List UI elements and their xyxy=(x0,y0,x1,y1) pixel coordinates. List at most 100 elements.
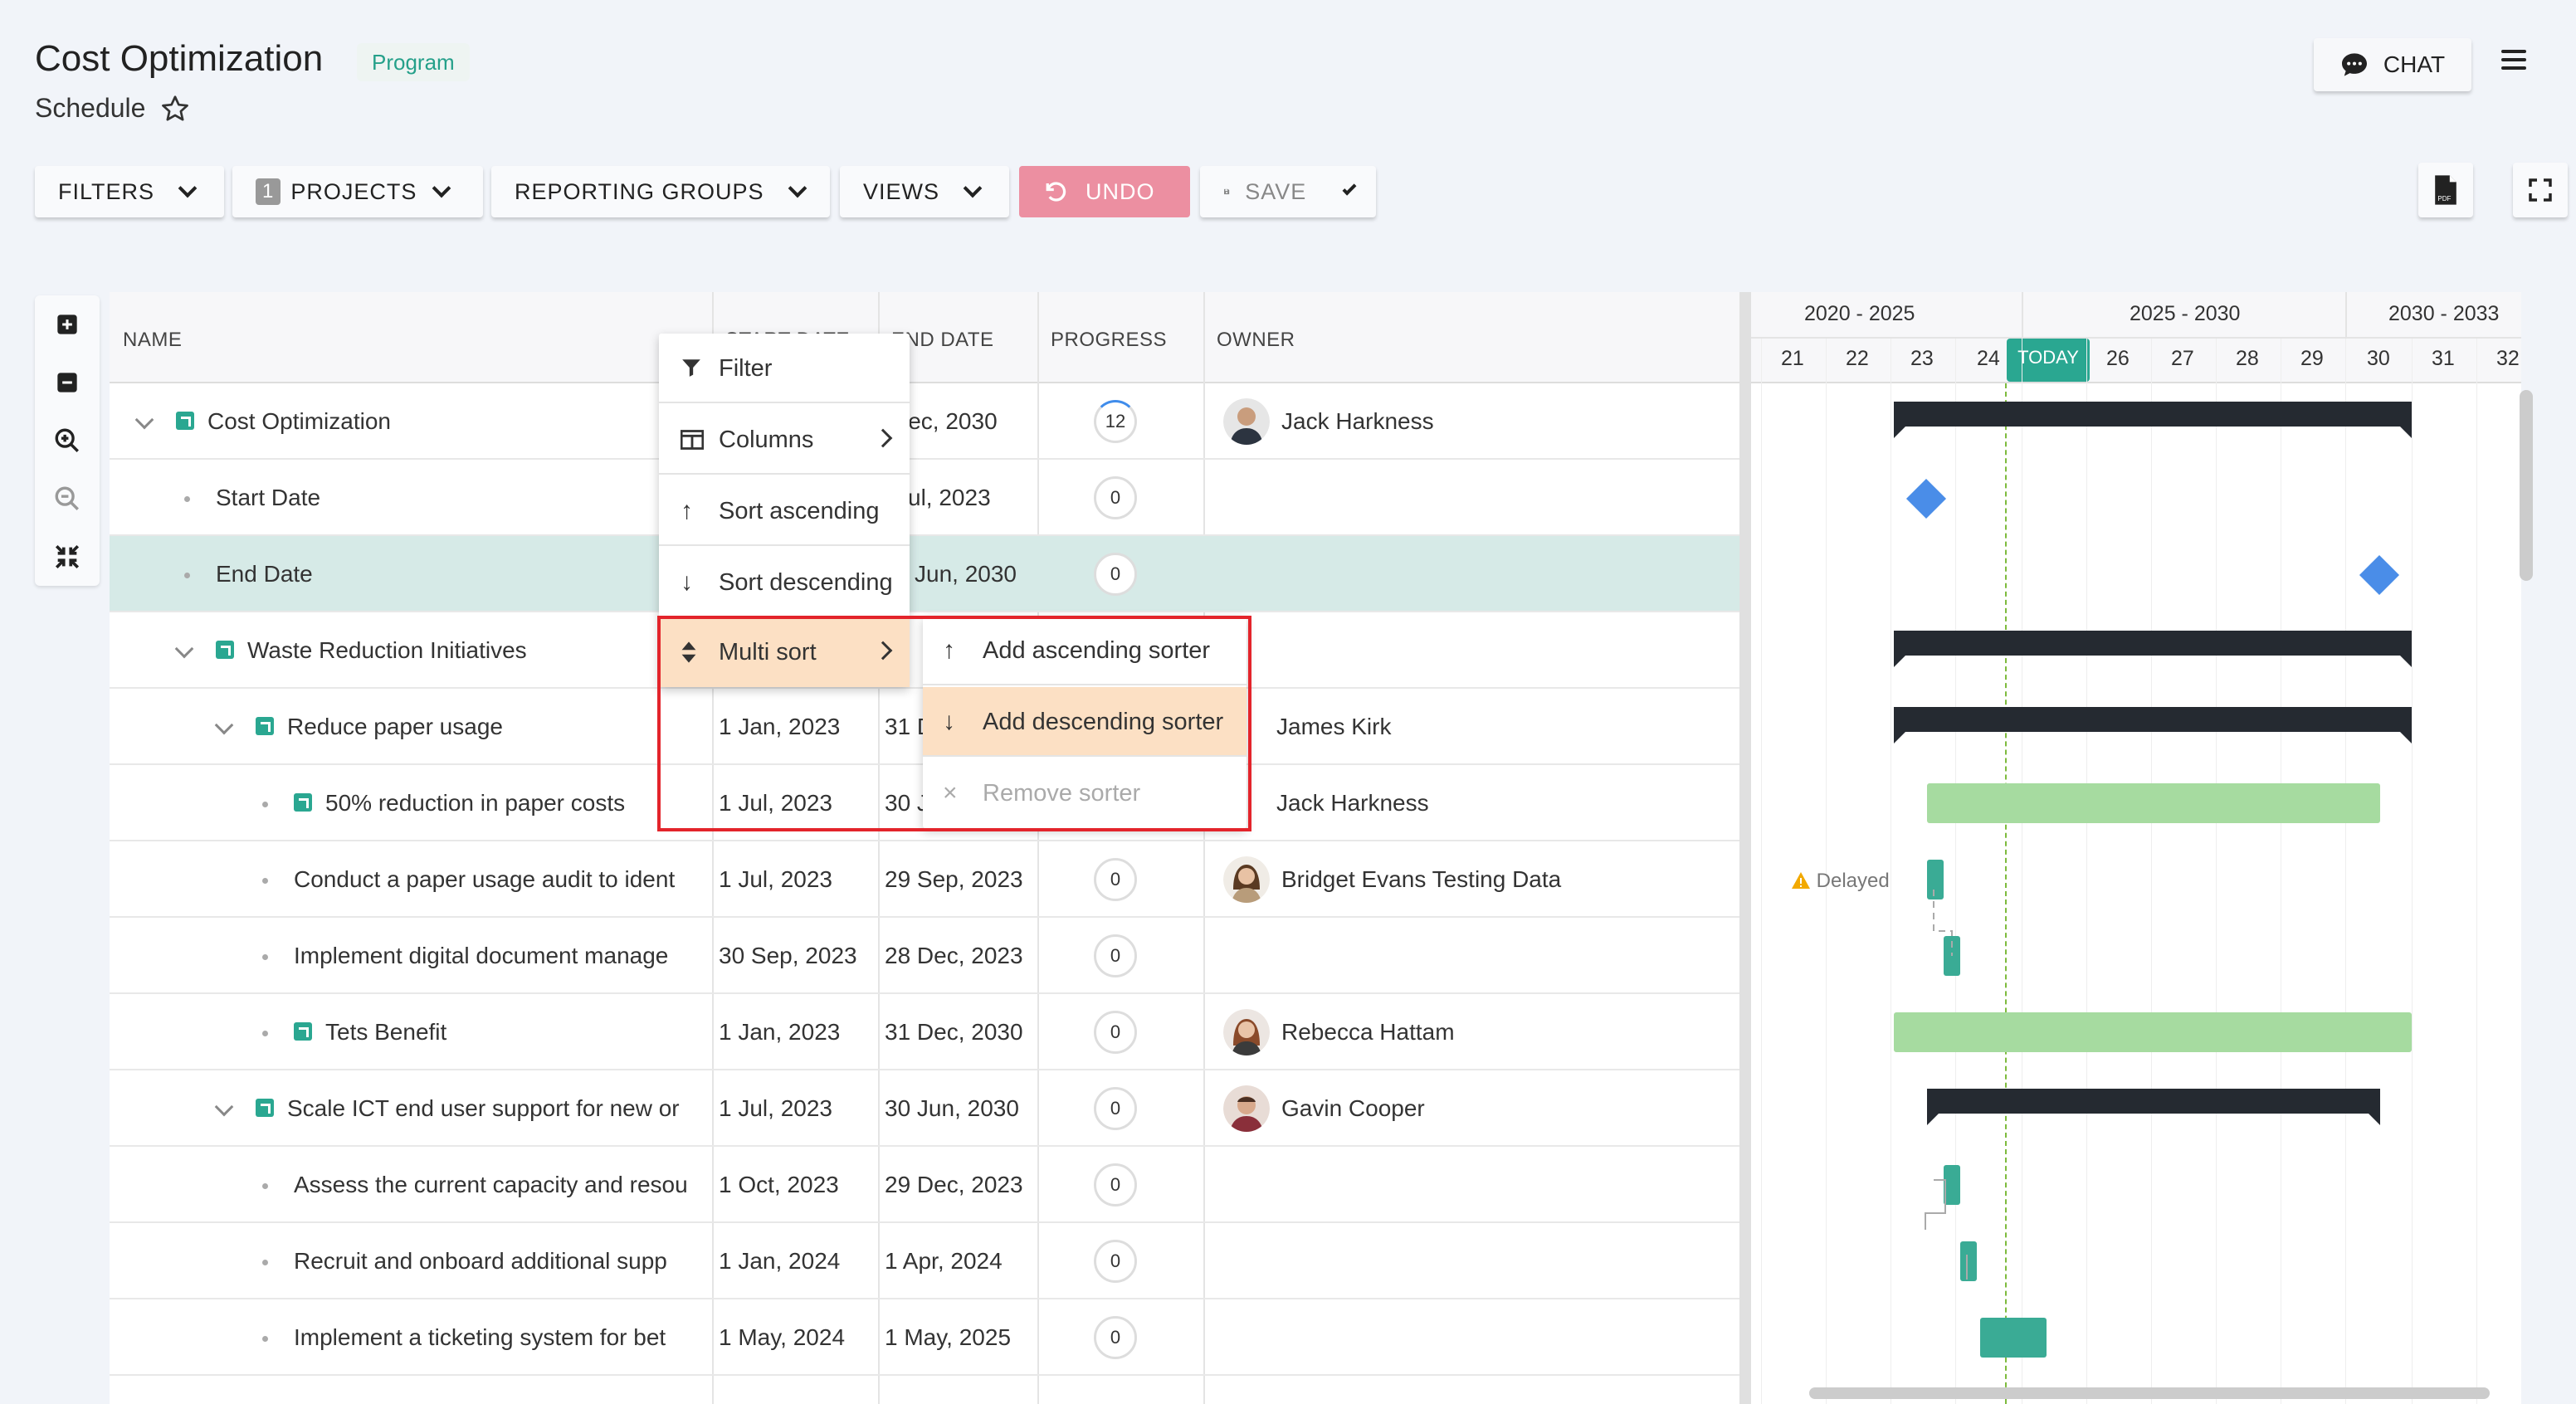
table-row[interactable]: Cost Optimization Dec, 2030 12 Jack Hark… xyxy=(110,383,1743,460)
menu-item-filter[interactable]: Filter xyxy=(659,334,910,403)
progress-indicator: 0 xyxy=(1094,1240,1137,1283)
row-start-date: 1 Jul, 2023 xyxy=(719,790,832,816)
expand-all-button[interactable] xyxy=(35,295,100,353)
year-label: 24 xyxy=(1977,347,2000,370)
row-name: Reduce paper usage xyxy=(287,714,503,739)
column-header-name[interactable]: NAME xyxy=(123,329,182,352)
menu-item-columns[interactable]: Columns xyxy=(659,405,910,475)
zoom-in-button[interactable] xyxy=(35,412,100,470)
today-line xyxy=(2005,383,2007,1404)
arrow-down-icon: ↓ xyxy=(943,708,955,735)
year-label: 26 xyxy=(2106,347,2130,370)
horizontal-scrollbar[interactable] xyxy=(1809,1387,2490,1399)
row-name: Assess the current capacity and resou xyxy=(294,1172,688,1197)
benefit-bar[interactable] xyxy=(1927,783,2380,823)
year-label: 32 xyxy=(2496,347,2520,370)
menu-item-add-ascending-sorter[interactable]: ↑ Add ascending sorter xyxy=(923,616,1247,685)
project-icon xyxy=(256,1099,274,1117)
row-name: Waste Reduction Initiatives xyxy=(247,637,527,663)
avatar xyxy=(1223,398,1270,445)
save-button[interactable]: SAVE xyxy=(1200,166,1376,217)
pdf-export-button[interactable]: PDF xyxy=(2418,163,2473,217)
table-row[interactable]: Scale ICT end user support for new or 1 … xyxy=(110,1070,1743,1147)
table-row[interactable]: End Date Jun, 2030 0 xyxy=(110,536,1743,612)
delayed-label: Delayed xyxy=(1816,870,1890,892)
table-row[interactable]: Assess the current capacity and resou 1 … xyxy=(110,1147,1743,1223)
fullscreen-button[interactable] xyxy=(2513,163,2568,217)
table-row[interactable]: Start Date ul, 2023 0 xyxy=(110,460,1743,536)
row-end-date: Jun, 2030 xyxy=(915,561,1017,587)
bullet-icon xyxy=(262,878,268,884)
menu-item-multi-sort[interactable]: Multi sort xyxy=(659,617,910,687)
task-bar[interactable] xyxy=(1980,1318,2047,1358)
vertical-scrollbar[interactable] xyxy=(2520,390,2533,581)
table-row[interactable]: Recruit and onboard additional supp 1 Ja… xyxy=(110,1223,1743,1299)
dependency-lines xyxy=(1909,880,1968,1280)
multi-sort-submenu: ↑ Add ascending sorter ↓ Add descending … xyxy=(923,616,1247,828)
menu-item-sort-ascending[interactable]: ↑ Sort ascending xyxy=(659,476,910,546)
row-owner: James Kirk xyxy=(1276,714,1392,739)
zoom-out-button[interactable] xyxy=(35,470,100,528)
row-start-date: 30 Sep, 2023 xyxy=(719,943,857,968)
arrow-up-icon: ↑ xyxy=(943,636,955,664)
table-row[interactable]: Tets Benefit 1 Jan, 2023 31 Dec, 2030 0 … xyxy=(110,994,1743,1070)
views-button[interactable]: VIEWS xyxy=(840,166,1009,217)
reporting-groups-button[interactable]: REPORTING GROUPS xyxy=(491,166,830,217)
avatar xyxy=(1223,856,1270,903)
year-label: 29 xyxy=(2300,347,2324,370)
schedule-label: Schedule xyxy=(35,93,146,123)
sort-icon xyxy=(681,617,697,691)
panel-splitter[interactable] xyxy=(1739,292,1751,1404)
project-icon xyxy=(256,717,274,735)
table-row[interactable]: Conduct a paper usage audit to ident 1 J… xyxy=(110,841,1743,918)
chat-button[interactable]: CHAT xyxy=(2314,38,2471,91)
year-label: 30 xyxy=(2367,347,2390,370)
filters-button[interactable]: FILTERS xyxy=(35,166,224,217)
year-label: 22 xyxy=(1846,347,1869,370)
table-row[interactable]: Implement a ticketing system for bet 1 M… xyxy=(110,1299,1743,1376)
progress-indicator: 0 xyxy=(1094,553,1137,596)
menu-item-remove-sorter[interactable]: × Remove sorter xyxy=(923,758,1247,828)
projects-button[interactable]: 1 PROJECTS xyxy=(232,166,483,217)
row-end-date: 1 Apr, 2024 xyxy=(885,1248,1003,1274)
summary-bar[interactable] xyxy=(1894,402,2412,438)
row-owner: Gavin Cooper xyxy=(1281,1095,1425,1121)
zoom-to-fit-button[interactable] xyxy=(35,528,100,586)
row-end-date: Dec, 2030 xyxy=(891,408,998,434)
chevron-down-icon[interactable] xyxy=(134,410,154,430)
collapse-all-button[interactable] xyxy=(35,353,100,412)
summary-bar[interactable] xyxy=(1927,1089,2380,1125)
bullet-icon xyxy=(262,1336,268,1342)
chevron-down-icon xyxy=(963,178,983,198)
filters-label: FILTERS xyxy=(58,178,155,204)
grid-header: NAME START DATE END DATE PROGRESS OWNER xyxy=(110,292,1743,383)
row-owner: Bridget Evans Testing Data xyxy=(1281,866,1562,892)
star-icon[interactable] xyxy=(160,94,190,124)
chevron-down-icon[interactable] xyxy=(1342,181,1357,196)
progress-indicator: 0 xyxy=(1094,858,1137,901)
timeline-header: 2020 - 2025 2025 - 2030 2030 - 2033 21 2… xyxy=(1751,292,2521,383)
undo-button[interactable]: UNDO xyxy=(1019,166,1190,217)
milestone-start[interactable] xyxy=(1905,478,1947,519)
year-label: 27 xyxy=(2171,347,2194,370)
table-row[interactable]: Implement digital document manage 30 Sep… xyxy=(110,918,1743,994)
arrow-down-icon: ↓ xyxy=(681,568,693,596)
menu-item-sort-descending[interactable]: ↓ Sort descending xyxy=(659,548,910,617)
column-header-owner[interactable]: OWNER xyxy=(1217,329,1295,352)
delayed-indicator: Delayed xyxy=(1791,870,1890,893)
chevron-down-icon[interactable] xyxy=(174,639,194,659)
row-owner: Jack Harkness xyxy=(1276,790,1429,816)
summary-bar[interactable] xyxy=(1894,707,2412,743)
chevron-down-icon[interactable] xyxy=(214,715,234,735)
menu-item-add-descending-sorter[interactable]: ↓ Add descending sorter xyxy=(923,687,1247,757)
milestone-end[interactable] xyxy=(2359,554,2400,596)
chevron-right-icon xyxy=(873,641,893,661)
column-header-progress[interactable]: PROGRESS xyxy=(1051,329,1167,352)
row-name: Recruit and onboard additional supp xyxy=(294,1248,667,1274)
undo-icon xyxy=(1046,182,1066,202)
summary-bar[interactable] xyxy=(1894,631,2412,667)
progress-indicator: 12 xyxy=(1094,400,1137,443)
save-label: SAVE xyxy=(1245,178,1307,204)
chevron-down-icon[interactable] xyxy=(214,1097,234,1117)
menu-icon[interactable] xyxy=(2501,50,2526,75)
